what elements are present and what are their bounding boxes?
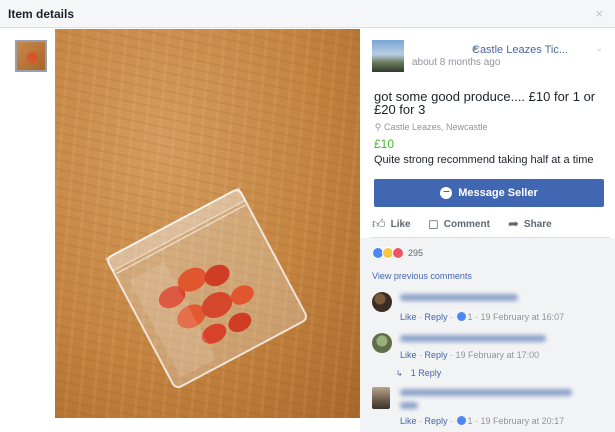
thumbs-up-icon: 👍︎: [372, 216, 386, 231]
comment-like-link[interactable]: Like: [400, 350, 417, 360]
comment-button[interactable]: ◻ Comment: [428, 213, 490, 235]
chevron-down-icon[interactable]: ⌄: [595, 43, 603, 54]
dialog-header: Item details ×: [0, 0, 615, 28]
love-reaction-icon: [392, 247, 404, 259]
comments-section: 295 View previous comments Like · Reply …: [360, 238, 615, 432]
commenter-name-blurred[interactable]: [400, 389, 572, 396]
comment-timestamp[interactable]: 19 February at 17:00: [456, 350, 540, 360]
commenter-avatar[interactable]: [372, 387, 390, 409]
location-text[interactable]: Castle Leazes, Newcastle: [384, 122, 488, 132]
like-button[interactable]: 👍︎ Like: [372, 213, 411, 235]
comment-label: Comment: [443, 218, 490, 230]
map-pin-icon: ⚲: [374, 122, 382, 132]
commenter-name-blurred[interactable]: [400, 402, 418, 409]
item-location: ⚲ Castle Leazes, Newcastle: [374, 122, 488, 133]
comment-reply-link[interactable]: Reply: [425, 312, 448, 322]
item-price: £10: [374, 137, 395, 151]
comment-meta: Like · Reply · 1 · 19 February at 16:07: [400, 312, 565, 322]
dialog-title: Item details: [8, 7, 75, 21]
item-photo: [55, 29, 360, 418]
replies-count: 1 Reply: [410, 368, 442, 378]
commenter-name-blurred[interactable]: [400, 335, 546, 342]
view-replies-link[interactable]: ↳ 1 Reply: [396, 368, 441, 378]
like-reaction-icon: [456, 416, 466, 425]
comment-timestamp[interactable]: 19 February at 20:17: [481, 416, 565, 426]
reactions-summary[interactable]: 295: [372, 246, 423, 260]
commenter-avatar[interactable]: [372, 333, 392, 353]
comment-reply-link[interactable]: Reply: [425, 350, 448, 360]
item-title: got some good produce.... £10 for 1 or £…: [374, 89, 596, 117]
reaction-count: 295: [408, 248, 424, 258]
message-seller-button[interactable]: Message Seller: [374, 179, 604, 207]
commenter-name-blurred[interactable]: [400, 294, 518, 301]
comment-icon: ◻: [428, 216, 439, 231]
bag-illustration: [105, 187, 308, 389]
comment-like-link[interactable]: Like: [400, 416, 417, 426]
seller-name-link[interactable]: Castle Leazes Tic...: [472, 44, 568, 56]
like-reaction-icon: [456, 312, 466, 321]
comment-like-link[interactable]: Like: [400, 312, 417, 322]
photo-thumbnail[interactable]: [15, 40, 47, 72]
messenger-icon: [440, 187, 453, 199]
close-icon[interactable]: ×: [595, 6, 603, 21]
comment-reply-link[interactable]: Reply: [425, 416, 448, 426]
post-actions: 👍︎ Like ◻ Comment ➦ Share: [372, 213, 607, 235]
thumbnail-strip: [0, 29, 55, 432]
reply-arrow-icon: ↳: [396, 369, 403, 378]
comment-meta: Like · Reply · 19 February at 17:00: [400, 350, 540, 360]
message-seller-label: Message Seller: [458, 187, 538, 199]
share-button[interactable]: ➦ Share: [508, 213, 552, 235]
seller-avatar[interactable]: [372, 40, 404, 72]
commenter-avatar[interactable]: [372, 292, 392, 312]
view-previous-comments-link[interactable]: View previous comments: [372, 271, 472, 281]
item-details-panel: ▸ Castle Leazes Tic... ⌄ about 8 months …: [360, 29, 615, 432]
like-label: Like: [390, 218, 411, 230]
comment-timestamp[interactable]: 19 February at 16:07: [481, 312, 565, 322]
share-icon: ➦: [508, 216, 519, 231]
share-label: Share: [523, 218, 552, 230]
post-timestamp[interactable]: about 8 months ago: [412, 57, 500, 68]
comment-meta: Like · Reply · 1 · 19 February at 20:17: [400, 416, 565, 426]
item-description: Quite strong recommend taking half at a …: [374, 154, 594, 166]
